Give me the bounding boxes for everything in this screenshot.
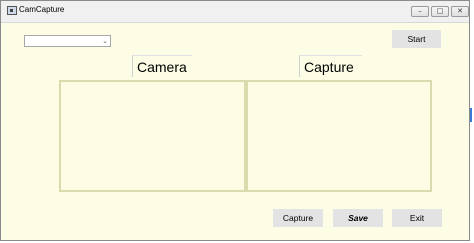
capture-preview-panel	[246, 80, 432, 192]
maximize-icon: □	[436, 7, 444, 15]
title-bar[interactable]: CamCapture – □ ✕	[1, 1, 469, 23]
app-icon	[7, 6, 17, 15]
capture-label: Capture	[299, 55, 362, 77]
window-title: CamCapture	[19, 5, 65, 14]
maximize-button[interactable]: □	[431, 6, 449, 17]
camera-select[interactable]: ⌄	[24, 35, 111, 47]
close-icon: ✕	[457, 7, 463, 15]
camera-preview-panel	[59, 80, 246, 192]
app-window: CamCapture – □ ✕ ⌄ Start Camera Capture …	[0, 0, 470, 241]
scrollbar[interactable]	[470, 0, 474, 243]
close-button[interactable]: ✕	[451, 6, 469, 17]
chevron-down-icon: ⌄	[102, 37, 108, 45]
minimize-button[interactable]: –	[411, 6, 429, 17]
exit-button[interactable]: Exit	[392, 209, 442, 227]
capture-button[interactable]: Capture	[273, 209, 323, 227]
start-button[interactable]: Start	[392, 30, 441, 48]
minimize-icon: –	[418, 7, 422, 15]
camera-label: Camera	[132, 55, 192, 77]
save-button[interactable]: Save	[333, 209, 383, 227]
